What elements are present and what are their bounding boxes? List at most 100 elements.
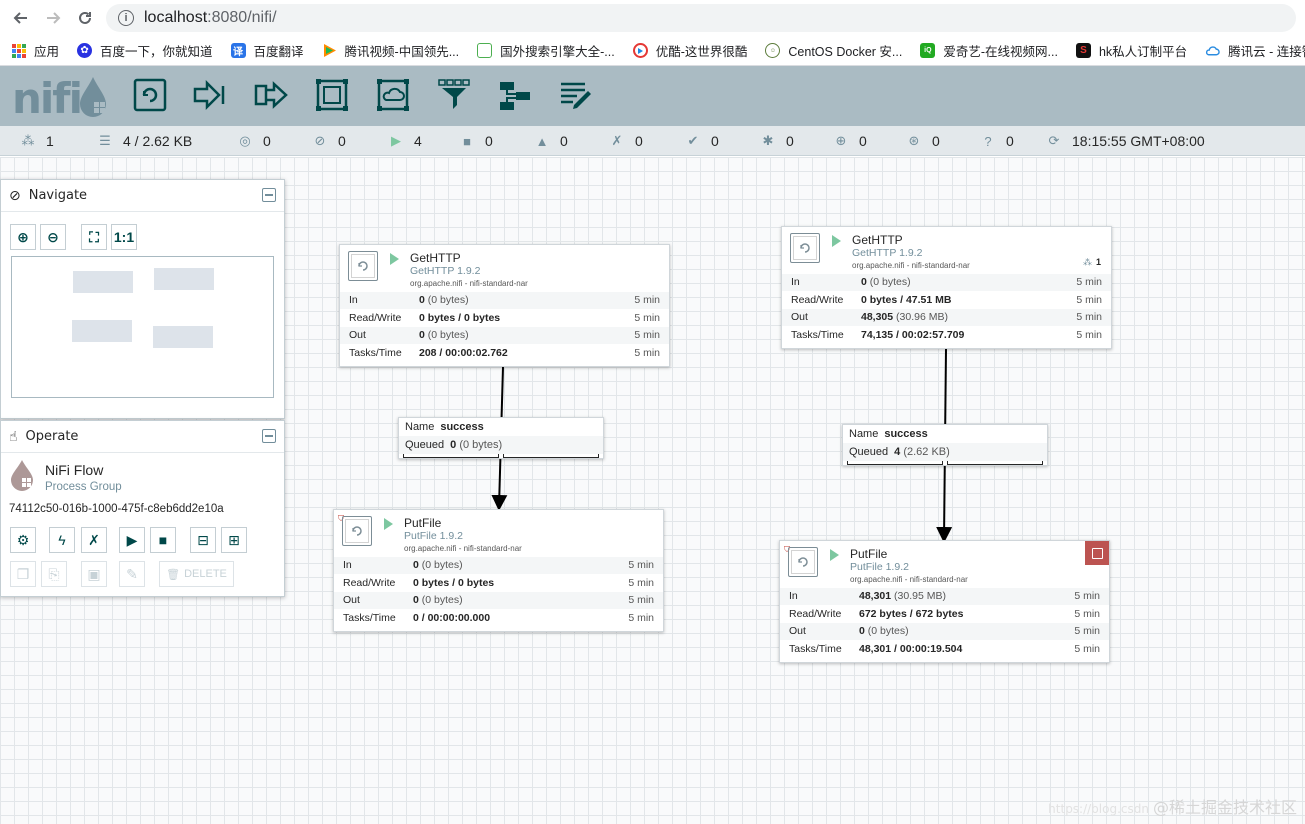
stat-value: 0 (413, 559, 419, 572)
connection-label-left[interactable]: Name success Queued 0 (0 bytes) (398, 417, 604, 459)
stat-label: Read/Write (343, 576, 396, 589)
bookmark-centos-docker[interactable]: ☺ CentOS Docker 安... (765, 41, 902, 60)
copy-icon[interactable]: ❐ (10, 561, 36, 587)
connection-queued-row: Queued 0 (0 bytes) (399, 436, 603, 454)
input-port-icon[interactable] (193, 78, 227, 112)
birdseye-block (153, 326, 213, 348)
remote-process-group-icon[interactable] (376, 78, 410, 112)
stat-row-in: In 0 (0 bytes) 5 min (782, 273, 1111, 291)
forward-arrow-icon[interactable] (38, 3, 68, 33)
stat-extra: (0 bytes) (427, 329, 469, 342)
stat-label: Read/Write (349, 311, 402, 324)
bookmark-tencent-cloud[interactable]: 腾讯云 - 连接智能 (1205, 41, 1305, 60)
bookmark-iqiyi[interactable]: iQ 爱奇艺-在线视频网... (920, 41, 1058, 60)
processor-gethttp-right[interactable]: GetHTTP GetHTTP 1.9.2 org.apache.nifi - … (781, 226, 1112, 349)
compass-icon: ⊘ (9, 187, 21, 204)
group-icon[interactable]: ▣ (81, 561, 107, 587)
zoom-out-icon[interactable]: ⊖ (40, 224, 66, 250)
stat-value: 0 (861, 276, 867, 289)
processor-gethttp-left[interactable]: GetHTTP GetHTTP 1.9.2 org.apache.nifi - … (339, 244, 670, 367)
delete-button[interactable]: 🗑 DELETE (159, 561, 234, 587)
bookmark-hk[interactable]: S hk私人订制平台 (1075, 41, 1187, 60)
stat-value: 0 (419, 294, 425, 307)
backpressure-size-bar (503, 454, 599, 458)
output-port-icon[interactable] (254, 78, 288, 112)
group-type: Process Group (45, 481, 122, 493)
backpressure-object-bar (847, 461, 943, 465)
site-info-icon[interactable]: i (118, 10, 134, 26)
bookmark-baidu[interactable]: ✿ 百度一下，你就知道 (77, 41, 213, 60)
stat-row-readwrite: Read/Write 0 bytes / 0 bytes 5 min (334, 573, 663, 592)
refresh-icon[interactable]: ⟳ (1046, 133, 1062, 149)
birdseye-block (72, 320, 132, 342)
stat-label: Tasks/Time (343, 611, 396, 624)
configure-gear-icon[interactable]: ⚙ (10, 527, 36, 553)
processor-header: ⛉ PutFile PutFile 1.9.2 org.apache.nifi … (334, 510, 663, 556)
stat-value: 672 bytes / 672 bytes (859, 607, 964, 620)
birdseye-view[interactable] (11, 256, 274, 398)
stop-icon[interactable]: ■ (150, 527, 176, 553)
connection-label-right[interactable]: Name success Queued 4 (2.62 KB) (842, 424, 1048, 466)
bookmark-baidu-translate[interactable]: 译 百度翻译 (230, 41, 304, 60)
status-remote-transmitting: ◎ 0 (237, 126, 271, 156)
address-bar[interactable]: i localhost:8080/nifi/ (106, 4, 1296, 32)
label-icon[interactable] (559, 78, 593, 112)
collapse-icon[interactable] (262, 429, 276, 443)
color-brush-icon[interactable]: ✎ (119, 561, 145, 587)
logo-text: nifi (12, 74, 83, 123)
template-icon[interactable] (498, 78, 532, 112)
status-refresh[interactable]: ⟳ 18:15:55 GMT+08:00 (1046, 126, 1205, 156)
backpressure-bars (399, 454, 603, 459)
status-value: 0 (635, 133, 643, 149)
stat-row-tasks: Tasks/Time 0 / 00:00:00.000 5 min (334, 608, 663, 627)
processor-component-icon[interactable] (133, 78, 167, 112)
bookmark-apps[interactable]: 应用 (12, 41, 59, 60)
stat-label: Out (349, 329, 366, 342)
threads-icon: ⁂ (1082, 257, 1092, 267)
zoom-in-icon[interactable]: ⊕ (10, 224, 36, 250)
conn-queued-size: (0 bytes) (459, 439, 503, 451)
status-value: 0 (560, 133, 568, 149)
disable-icon[interactable]: ✗ (81, 527, 107, 553)
paste-icon[interactable]: ⎘ (41, 561, 67, 587)
active-threads-count: 1 (1095, 257, 1101, 267)
bookmark-search-engines[interactable]: 国外搜索引擎大全-... (477, 41, 615, 60)
processor-type: GetHTTP 1.9.2 (410, 265, 481, 277)
actual-size-icon[interactable]: 1:1 (111, 224, 137, 250)
bookmark-youku[interactable]: 优酷-这世界很酷 (632, 41, 747, 60)
processor-header: GetHTTP GetHTTP 1.9.2 org.apache.nifi - … (782, 227, 1111, 273)
status-value: 0 (1006, 133, 1014, 149)
hk-icon: S (1075, 43, 1091, 58)
navigate-header[interactable]: ⊘ Navigate (1, 180, 284, 212)
processor-putfile-right[interactable]: ⛉ PutFile PutFile 1.9.2 org.apache.nifi … (779, 540, 1110, 663)
status-value: 0 (263, 133, 271, 149)
delete-label: DELETE (184, 568, 227, 580)
stat-row-readwrite: Read/Write 0 bytes / 47.51 MB 5 min (782, 290, 1111, 309)
processor-putfile-left[interactable]: ⛉ PutFile PutFile 1.9.2 org.apache.nifi … (333, 509, 664, 632)
bulletin-alert-icon[interactable] (1085, 541, 1109, 565)
processor-bundle: org.apache.nifi - nifi-standard-nar (410, 279, 528, 288)
bookmarks-bar: 应用 ✿ 百度一下，你就知道 译 百度翻译 腾讯视频-中国领先... 国外搜索引… (0, 36, 1305, 66)
enable-bolt-icon[interactable]: ϟ (49, 527, 75, 553)
status-invalid: ▲ 0 (534, 126, 568, 156)
upload-template-icon[interactable]: ⊞ (221, 527, 247, 553)
back-arrow-icon[interactable] (6, 3, 36, 33)
browser-toolbar: i localhost:8080/nifi/ (0, 0, 1305, 36)
bookmark-tencent-video[interactable]: 腾讯视频-中国领先... (322, 41, 459, 60)
navigate-palette: ⊘ Navigate ⊕ ⊖ ⛶ 1:1 (0, 179, 285, 419)
collapse-icon[interactable] (262, 188, 276, 202)
funnel-icon[interactable] (437, 78, 471, 112)
status-value: 0 (786, 133, 794, 149)
operate-title: Operate (25, 429, 79, 444)
stat-window: 5 min (1074, 642, 1100, 655)
create-template-icon[interactable]: ⊟ (190, 527, 216, 553)
stat-row-tasks: Tasks/Time 208 / 00:00:02.762 5 min (340, 343, 669, 362)
flow-canvas[interactable]: ⊘ Navigate ⊕ ⊖ ⛶ 1:1 ☝ Operate NiFi Flow… (0, 157, 1305, 824)
operate-header[interactable]: ☝ Operate (1, 421, 284, 453)
start-play-icon[interactable]: ▶ (119, 527, 145, 553)
stat-label: In (791, 276, 800, 289)
fit-screen-icon[interactable]: ⛶ (81, 224, 107, 250)
reload-icon[interactable] (70, 3, 100, 33)
stat-row-readwrite: Read/Write 0 bytes / 0 bytes 5 min (340, 308, 669, 327)
process-group-icon[interactable] (315, 78, 349, 112)
